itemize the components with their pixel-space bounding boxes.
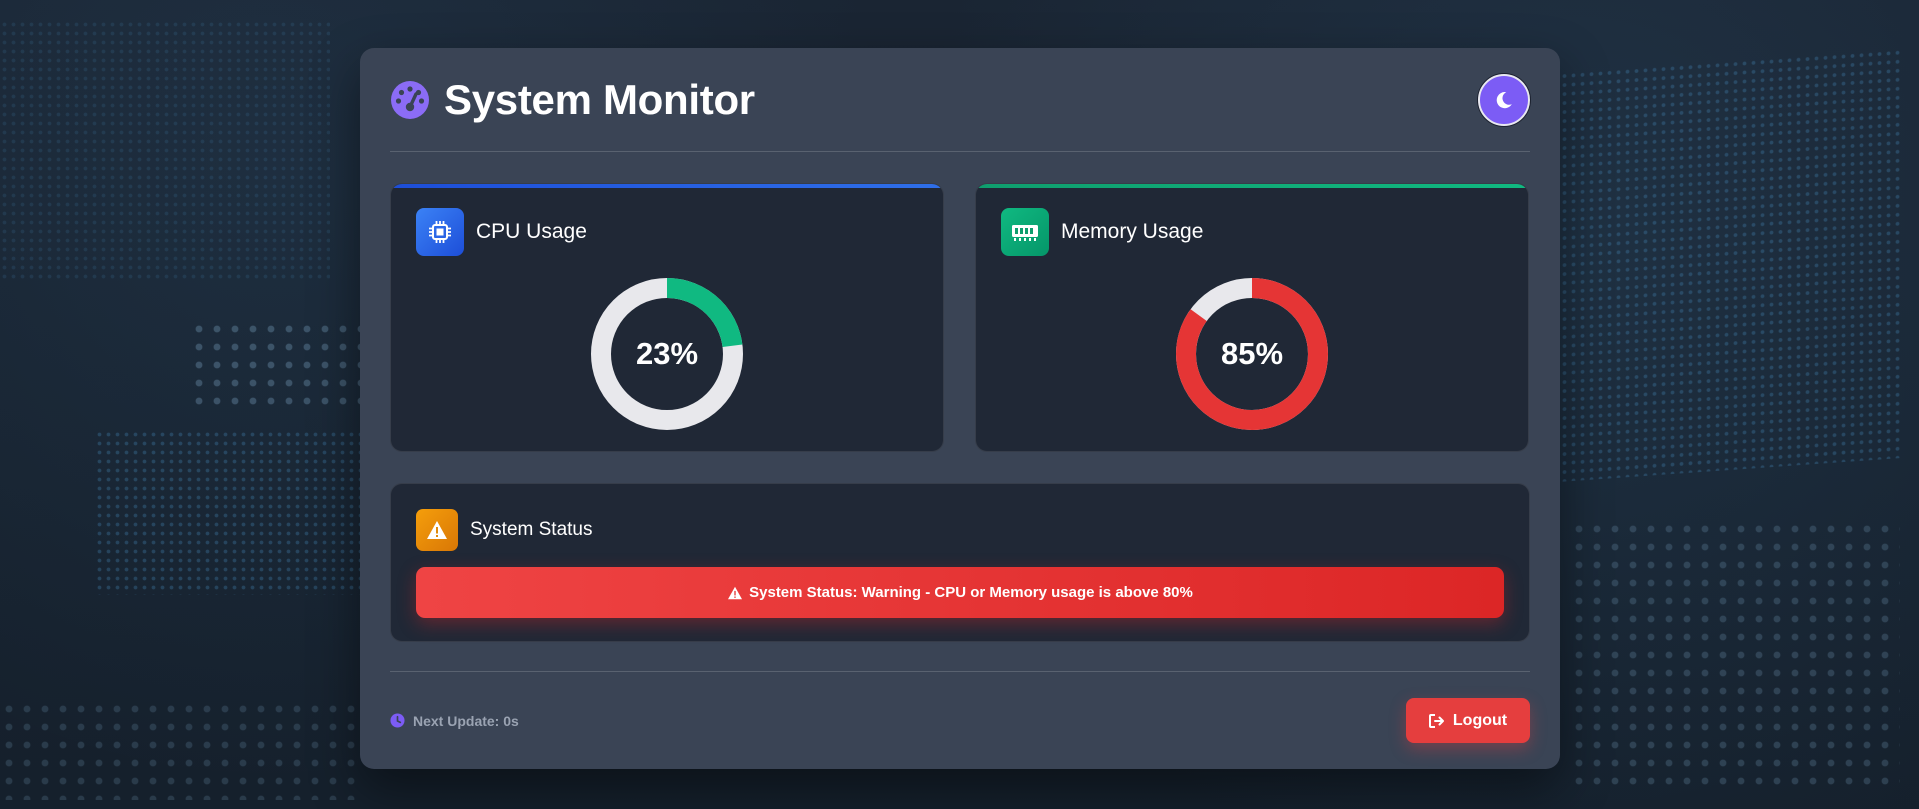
memory-card-header: Memory Usage [1001, 208, 1503, 256]
memory-icon [1012, 225, 1038, 241]
status-message: System Status: Warning - CPU or Memory u… [749, 584, 1193, 601]
cpu-card-header: CPU Usage [416, 208, 918, 256]
microchip-icon [429, 221, 451, 243]
memory-usage-value: 85% [1220, 336, 1284, 371]
status-badge [416, 509, 458, 551]
monitor-panel: System Monitor CPU Usage 23% Memory Usag… [360, 48, 1560, 769]
warning-triangle-icon [427, 521, 447, 539]
header: System Monitor [390, 48, 1530, 152]
cpu-card-title: CPU Usage [476, 220, 587, 243]
circuit-pads [0, 700, 360, 800]
moon-icon [1496, 91, 1512, 108]
page-title: System Monitor [444, 75, 755, 123]
logout-button[interactable]: Logout [1406, 698, 1530, 743]
system-status-card: System Status System Status: Warning - C… [390, 483, 1530, 642]
cpu-usage-value: 23% [635, 336, 699, 371]
clock-icon [390, 713, 405, 728]
footer: Next Update: 0s Logout [390, 671, 1530, 769]
warning-triangle-icon [728, 586, 743, 599]
next-update-label: Next Update: 0s [413, 712, 519, 729]
cpu-card: CPU Usage 23% [390, 183, 944, 452]
theme-toggle-button[interactable] [1478, 73, 1530, 126]
memory-badge [1001, 208, 1049, 256]
memory-accent-bar [976, 184, 1528, 188]
title-group: System Monitor [390, 76, 755, 124]
cpu-accent-bar [391, 184, 943, 188]
circuit-pattern [95, 430, 365, 595]
circuit-pads [1570, 520, 1900, 790]
memory-card: Memory Usage 85% [975, 183, 1529, 452]
sign-out-icon [1428, 713, 1444, 728]
circuit-pattern [0, 20, 330, 280]
status-alert: System Status: Warning - CPU or Memory u… [416, 567, 1504, 618]
metrics-row: CPU Usage 23% Memory Usage 85% [390, 183, 1530, 452]
cpu-badge [416, 208, 464, 256]
memory-gauge: 85% [1176, 278, 1328, 430]
status-header: System Status [416, 509, 1504, 551]
next-update: Next Update: 0s [390, 713, 519, 729]
memory-card-title: Memory Usage [1061, 220, 1204, 243]
circuit-pads [190, 320, 360, 410]
cpu-gauge: 23% [591, 278, 743, 430]
circuit-pattern [1560, 48, 1900, 482]
logout-label: Logout [1452, 711, 1508, 729]
status-title: System Status [470, 519, 593, 540]
tachometer-icon [391, 80, 429, 119]
